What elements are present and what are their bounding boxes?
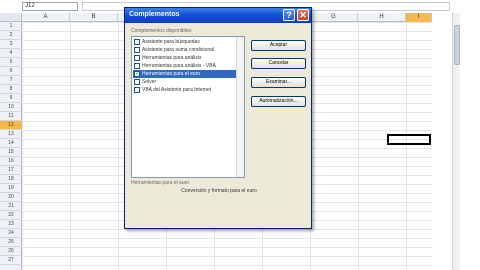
dialog-title: Complementos xyxy=(129,11,180,18)
checkbox-icon[interactable] xyxy=(134,39,140,45)
addin-label: Asistente para búsquedas xyxy=(142,39,200,45)
name-box[interactable]: J12 xyxy=(22,2,78,11)
row-header-5[interactable]: 5 xyxy=(0,58,22,67)
description-text: Conversión y formato para el euro xyxy=(181,188,257,194)
row-header-20[interactable]: 20 xyxy=(0,193,22,202)
row-header-13[interactable]: 13 xyxy=(0,130,22,139)
row-header-10[interactable]: 10 xyxy=(0,103,22,112)
row-header-25[interactable]: 25 xyxy=(0,238,22,247)
column-header-b[interactable]: B xyxy=(70,13,118,22)
addins-list-items: Asistente para búsquedas Asistente para s… xyxy=(133,38,237,94)
dialog-titlebar[interactable]: Complementos ? ✕ xyxy=(125,8,311,23)
addin-label: Asistente para suma condicional xyxy=(142,47,214,53)
addins-list[interactable]: Asistente para búsquedas Asistente para s… xyxy=(131,36,245,178)
row-header-4[interactable]: 4 xyxy=(0,49,22,58)
checkbox-icon[interactable] xyxy=(134,79,140,85)
select-all-corner[interactable] xyxy=(0,13,22,22)
addin-item[interactable]: ✓ Herramientas para el euro xyxy=(133,70,237,78)
browse-button[interactable]: Examinar... xyxy=(251,77,306,88)
row-header-3[interactable]: 3 xyxy=(0,40,22,49)
row-header-22[interactable]: 22 xyxy=(0,211,22,220)
checkbox-checked-icon[interactable]: ✓ xyxy=(134,71,140,77)
complementos-dialog: Complementos ? ✕ Complementos disponible… xyxy=(124,7,312,229)
scrollbar-thumb[interactable] xyxy=(454,25,460,65)
checkbox-icon[interactable] xyxy=(134,63,140,69)
column-header-a[interactable]: A xyxy=(22,13,70,22)
row-header-8[interactable]: 8 xyxy=(0,85,22,94)
addin-item[interactable]: Herramientas para análisis - VBA xyxy=(133,62,237,70)
list-scrollbar[interactable] xyxy=(236,37,244,177)
description-title: Herramientas para el euro xyxy=(131,180,190,186)
addin-item[interactable]: Solver xyxy=(133,78,237,86)
row-header-15[interactable]: 15 xyxy=(0,148,22,157)
addin-item[interactable]: Asistente para suma condicional xyxy=(133,46,237,54)
row-header-19[interactable]: 19 xyxy=(0,184,22,193)
row-header-2[interactable]: 2 xyxy=(0,31,22,40)
row-header-27[interactable]: 27 xyxy=(0,256,22,265)
column-header-g[interactable]: G xyxy=(310,13,358,22)
row-header-7[interactable]: 7 xyxy=(0,76,22,85)
vertical-scrollbar[interactable] xyxy=(452,13,460,270)
close-icon[interactable]: ✕ xyxy=(297,9,309,21)
row-header-16[interactable]: 16 xyxy=(0,157,22,166)
active-cell[interactable] xyxy=(387,134,431,145)
row-header-18[interactable]: 18 xyxy=(0,175,22,184)
addin-item[interactable]: VBA del Asistente para Internet xyxy=(133,86,237,94)
row-header-24[interactable]: 24 xyxy=(0,229,22,238)
addin-label: VBA del Asistente para Internet xyxy=(142,87,212,93)
automation-button[interactable]: Automatización... xyxy=(251,96,306,107)
checkbox-icon[interactable] xyxy=(134,87,140,93)
column-header-i[interactable]: I xyxy=(406,13,432,22)
addins-group-label: Complementos disponibles: xyxy=(131,28,193,34)
cancel-button[interactable]: Cancelar xyxy=(251,58,306,69)
row-header-17[interactable]: 17 xyxy=(0,166,22,175)
checkbox-icon[interactable] xyxy=(134,47,140,53)
addin-label: Herramientas para el euro xyxy=(142,71,201,77)
accept-button[interactable]: Aceptar xyxy=(251,40,306,51)
addin-label: Solver xyxy=(142,79,157,85)
addin-item[interactable]: Asistente para búsquedas xyxy=(133,38,237,46)
column-header-h[interactable]: H xyxy=(358,13,406,22)
addin-label: Herramientas para análisis - VBA xyxy=(142,63,216,69)
addin-label: Herramientas para análisis xyxy=(142,55,202,61)
row-header-9[interactable]: 9 xyxy=(0,94,22,103)
row-header-26[interactable]: 26 xyxy=(0,247,22,256)
row-header-11[interactable]: 11 xyxy=(0,112,22,121)
row-header-1[interactable]: 1 xyxy=(0,22,22,31)
help-icon[interactable]: ? xyxy=(283,9,295,21)
row-header-23[interactable]: 23 xyxy=(0,220,22,229)
row-headers: 1 2 3 4 5 6 7 8 9 10 11 12 13 14 15 16 17 18 19 20 21 22 23 24 2… xyxy=(0,22,22,270)
row-header-21[interactable]: 21 xyxy=(0,202,22,211)
checkbox-icon[interactable] xyxy=(134,55,140,61)
row-header-12[interactable]: 12 xyxy=(0,121,22,130)
row-header-6[interactable]: 6 xyxy=(0,67,22,76)
row-header-14[interactable]: 14 xyxy=(0,139,22,148)
addin-item[interactable]: Herramientas para análisis xyxy=(133,54,237,62)
